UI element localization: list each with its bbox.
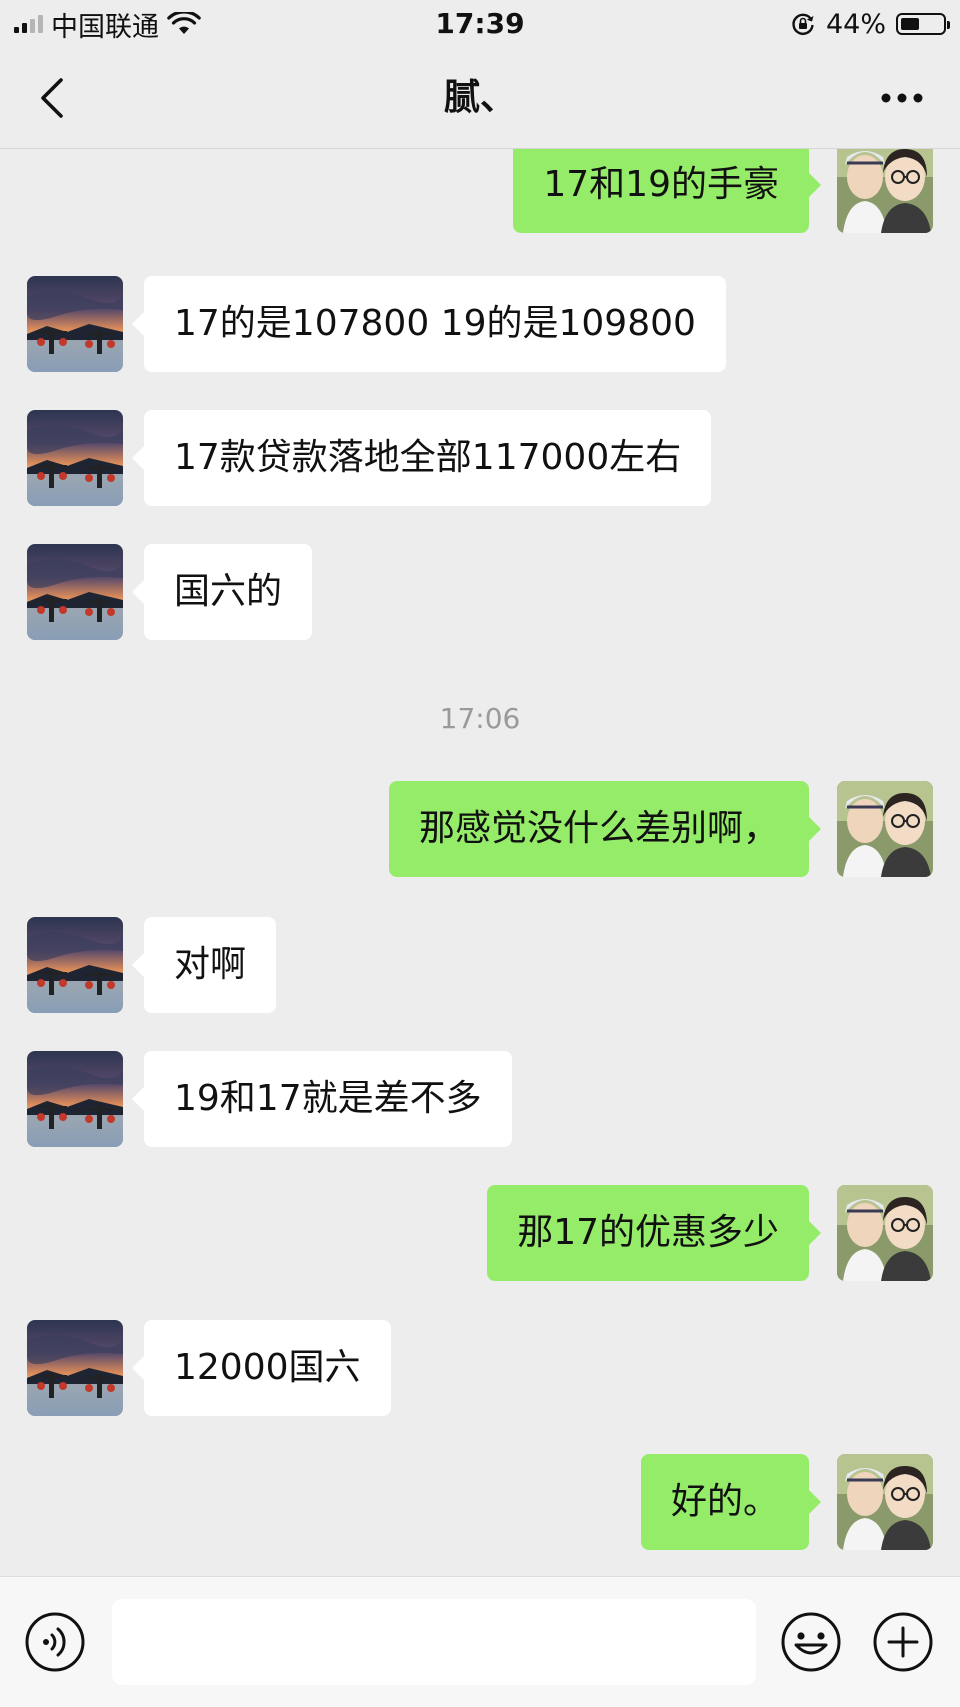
plus-circle-icon[interactable] [872,1611,934,1673]
outgoing-message: 那17的优惠多少 [0,1185,960,1281]
incoming-message: 19和17就是差不多 [0,1051,960,1147]
ellipsis-icon [881,93,923,103]
my-avatar[interactable] [837,1454,933,1550]
more-button[interactable] [872,70,932,126]
message-timestamp: 17:06 [439,702,521,735]
message-bubble[interactable]: 国六的 [131,544,313,640]
incoming-message: 对啊 [0,917,960,1013]
status-bar: 中国联通 17:39 44% [0,0,960,48]
contact-avatar[interactable] [27,917,123,1013]
incoming-message: 17款贷款落地全部117000左右 [0,410,960,506]
my-avatar[interactable] [837,149,933,233]
message-bubble[interactable]: 17款贷款落地全部117000左右 [131,410,712,506]
incoming-message: 国六的 [0,544,960,640]
message-bubble[interactable]: 好的。 [640,1454,822,1550]
contact-avatar[interactable] [27,1320,123,1416]
contact-avatar[interactable] [27,410,123,506]
my-avatar[interactable] [837,1185,933,1281]
message-bubble[interactable]: 12000国六 [132,1320,391,1416]
incoming-message: 12000国六 [0,1320,960,1416]
outgoing-message: 好的。 [0,1454,960,1550]
contact-avatar[interactable] [27,1051,123,1147]
message-bubble[interactable]: 17的是107800 19的是109800 [132,276,726,372]
battery-level [901,18,919,30]
battery-percent: 44% [825,8,886,40]
contact-avatar[interactable] [27,544,123,640]
emoji-icon[interactable] [780,1611,842,1673]
message-bubble[interactable]: 对啊 [131,917,277,1013]
nav-bar: 腻、 [0,48,960,149]
my-avatar[interactable] [837,781,933,877]
message-bubble[interactable]: 那17的优惠多少 [487,1185,821,1281]
message-input[interactable] [112,1599,756,1685]
outgoing-message: 那感觉没什么差别啊， [0,781,960,877]
message-bubble[interactable]: 19和17就是差不多 [132,1051,512,1147]
message-list[interactable]: 17和19的手豪 17的是107800 19的是109800 17款贷款落地全部11… [0,149,960,1575]
rotation-lock-icon [792,13,814,35]
battery-icon [896,13,950,35]
outgoing-message: 17和19的手豪 [0,149,960,233]
voice-icon[interactable] [24,1611,86,1673]
input-bar [0,1576,960,1707]
chat-title: 腻、 [443,77,516,118]
message-bubble[interactable]: 那感觉没什么差别啊， [388,781,822,877]
incoming-message: 17的是107800 19的是109800 [0,276,960,372]
contact-avatar[interactable] [27,276,123,372]
status-right: 44% [790,6,950,42]
message-bubble[interactable]: 17和19的手豪 [513,149,821,233]
